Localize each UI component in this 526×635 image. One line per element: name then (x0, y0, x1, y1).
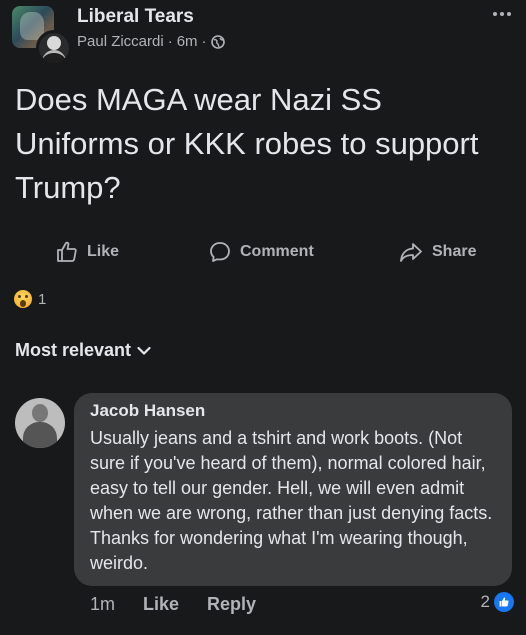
commenter-avatar[interactable] (15, 398, 65, 448)
reaction-summary[interactable]: 1 (14, 290, 46, 308)
globe-icon (210, 34, 225, 49)
post-text: Does MAGA wear Nazi SS Uniforms or KKK r… (15, 82, 479, 205)
post-meta: Paul Ziccardi · 6m · (77, 33, 225, 50)
like-label: Like (87, 243, 120, 260)
post-time[interactable]: 6m (177, 33, 198, 50)
group-name[interactable]: Liberal Tears (77, 6, 194, 28)
share-icon (400, 243, 422, 262)
comment-bubble: Jacob Hansen Usually jeans and a tshirt … (74, 393, 512, 586)
comment-actions: 1m Like Reply (90, 594, 256, 615)
thumbs-up-icon (57, 241, 77, 262)
comment-label: Comment (240, 243, 314, 260)
comment-reply-button[interactable]: Reply (207, 594, 256, 615)
post-actions: Like Comment Share (0, 232, 526, 272)
share-button[interactable]: Share (398, 240, 476, 264)
comment-text: Usually jeans and a tshirt and work boot… (90, 428, 493, 573)
comment-reactions[interactable]: 2 (481, 592, 514, 612)
comment-icon (210, 242, 230, 262)
author-name[interactable]: Paul Ziccardi (77, 33, 164, 50)
meta-separator: · (201, 33, 207, 50)
comment-time[interactable]: 1m (90, 594, 115, 615)
meta-separator: · (167, 33, 173, 50)
comment-button[interactable]: Comment (208, 240, 314, 264)
comment-author[interactable]: Jacob Hansen (90, 401, 205, 421)
sort-label: Most relevant (15, 340, 132, 360)
chevron-down-icon (137, 346, 151, 355)
like-reaction-icon (494, 592, 514, 612)
wow-reaction-icon (14, 290, 32, 308)
reaction-count: 1 (38, 290, 47, 308)
author-avatar[interactable] (36, 30, 72, 66)
share-label: Share (432, 243, 477, 260)
more-options-icon[interactable] (490, 6, 514, 22)
post-header: Liberal Tears Paul Ziccardi · 6m · (0, 0, 526, 66)
like-button[interactable]: Like (55, 240, 119, 264)
comment-like-button[interactable]: Like (143, 594, 179, 615)
comment-sort-dropdown[interactable]: Most relevant (15, 340, 151, 361)
comment-reaction-count: 2 (480, 592, 490, 611)
